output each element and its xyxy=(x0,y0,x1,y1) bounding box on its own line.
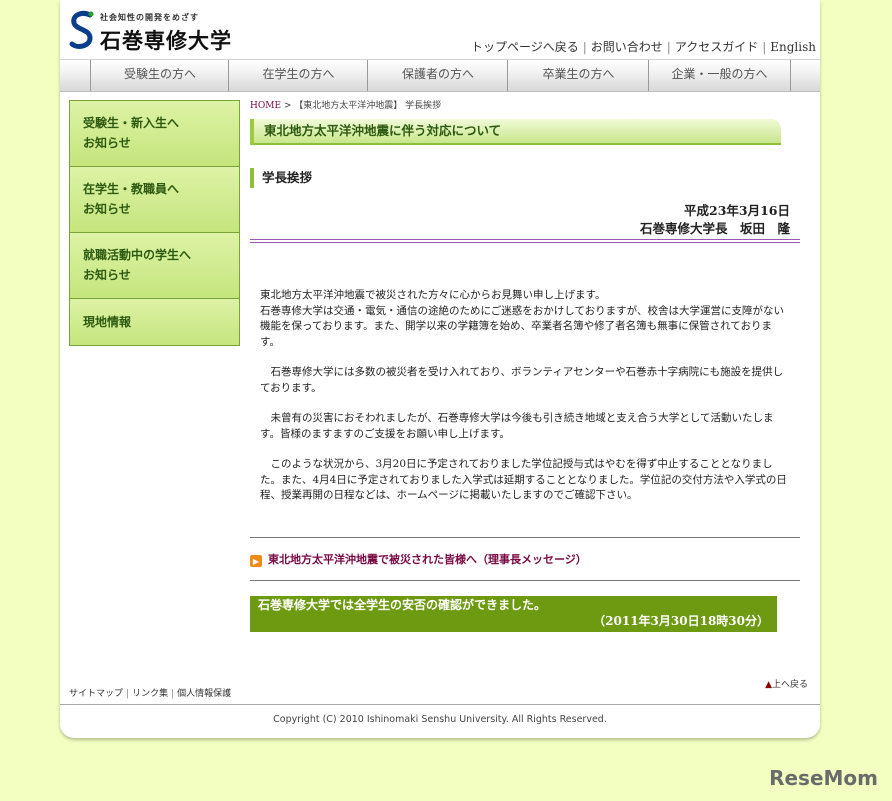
breadcrumb-current: 【東北地方太平洋沖地震】 学長挨拶 xyxy=(294,101,442,111)
safety-notice-banner: 石巻専修大学では全学生の安否の確認ができました。 （2011年3月30日18時3… xyxy=(250,596,777,632)
top-link-home[interactable]: トップページへ戻る xyxy=(471,40,579,54)
logo-mark-icon xyxy=(69,10,94,49)
footer-link-links[interactable]: リンク集 xyxy=(132,689,168,699)
message-date: 平成23年3月16日 xyxy=(684,203,790,218)
sidebar: 受験生・新入生へ お知らせ 在学生・教職員へ お知らせ 就職活動中の学生へ お知… xyxy=(69,100,240,346)
footer-link-sitemap[interactable]: サイトマップ xyxy=(69,689,123,699)
sidebar-item-local-info[interactable]: 現地情報 xyxy=(69,298,240,346)
signature-block: 平成23年3月16日 石巻専修大学長 坂田 隆 xyxy=(640,202,790,238)
page-title: 東北地方太平洋沖地震に伴う対応について xyxy=(250,119,781,145)
top-link-access[interactable]: アクセスガイド xyxy=(675,40,758,54)
resemom-watermark: ReseMom xyxy=(769,766,878,790)
logo-tagline: 社会知性の開発をめざす xyxy=(100,12,199,22)
sidebar-item-students-staff[interactable]: 在学生・教職員へ お知らせ xyxy=(69,166,240,232)
footer-link-privacy[interactable]: 個人情報保護 xyxy=(177,689,231,699)
breadcrumb: HOME > 【東北地方太平洋沖地震】 学長挨拶 xyxy=(250,101,442,111)
arrow-right-icon: ▶ xyxy=(250,555,262,567)
global-nav: 受験生の方へ 在学生の方へ 保護者の方へ 卒業生の方へ 企業・一般の方へ xyxy=(60,59,820,92)
footer-links: サイトマップ | リンク集 | 個人情報保護 xyxy=(69,689,232,699)
page-container: 社会知性の開発をめざす 石巻専修大学 トップページへ戻る | お問い合わせ | アクセス… xyxy=(60,0,820,738)
breadcrumb-home-link[interactable]: HOME xyxy=(250,101,281,111)
top-link-contact[interactable]: お問い合わせ xyxy=(591,40,663,54)
divider xyxy=(250,537,800,538)
copyright: Copyright (C) 2010 Ishinomaki Senshu Uni… xyxy=(273,714,607,725)
nav-item-business-public[interactable]: 企業・一般の方へ xyxy=(648,60,791,91)
president-signature: 石巻専修大学長 坂田 隆 xyxy=(639,221,790,236)
divider-double-top xyxy=(250,239,800,240)
message-paragraph-3: 未曾有の災害におそわれましたが、石巻専修大学は今後も引き続き地域と支え合う大学と… xyxy=(260,412,774,440)
sidebar-item-job-seekers[interactable]: 就職活動中の学生へ お知らせ xyxy=(69,232,240,298)
footer-divider xyxy=(60,704,820,705)
nav-item-prospective-students[interactable]: 受験生の方へ xyxy=(90,60,229,91)
divider-double-bottom xyxy=(250,242,800,243)
page-top-link[interactable]: ▲上へ戻る xyxy=(765,677,808,690)
safety-notice-timestamp: （2011年3月30日18時30分） xyxy=(593,614,769,628)
sidebar-item-applicants[interactable]: 受験生・新入生へ お知らせ xyxy=(69,100,240,166)
section-title: 学長挨拶 xyxy=(250,168,312,188)
university-logo[interactable]: 社会知性の開発をめざす 石巻専修大学 xyxy=(68,9,248,53)
nav-item-guardians[interactable]: 保護者の方へ xyxy=(367,60,508,91)
chairman-message-link[interactable]: ▶ 東北地方太平洋沖地震で被災された皆様へ（理事長メッセージ） xyxy=(250,551,587,567)
message-body: 東北地方太平洋沖地震で被災された方々に心からお見舞い申し上げます。 石巻専修大学… xyxy=(260,288,790,519)
nav-item-current-students[interactable]: 在学生の方へ xyxy=(228,60,368,91)
message-paragraph-4: このような状況から、3月20日に予定されておりました学位記授与式はやむを得ず中止… xyxy=(260,458,787,501)
logo-university-name: 石巻専修大学 xyxy=(100,29,232,53)
safety-notice-text: 石巻専修大学では全学生の安否の確認ができました。 xyxy=(258,598,547,612)
nav-item-alumni[interactable]: 卒業生の方へ xyxy=(507,60,649,91)
top-utility-links: トップページへ戻る | お問い合わせ | アクセスガイド | English xyxy=(470,40,816,54)
divider xyxy=(250,580,800,581)
message-paragraph-2: 石巻専修大学には多数の被災者を受け入れており、ボランティアセンターや石巻赤十字病… xyxy=(260,366,784,394)
triangle-up-icon: ▲ xyxy=(765,680,772,690)
top-link-english[interactable]: English xyxy=(770,40,816,54)
message-paragraph-1: 東北地方太平洋沖地震で被災された方々に心からお見舞い申し上げます。 石巻専修大学… xyxy=(260,289,784,348)
